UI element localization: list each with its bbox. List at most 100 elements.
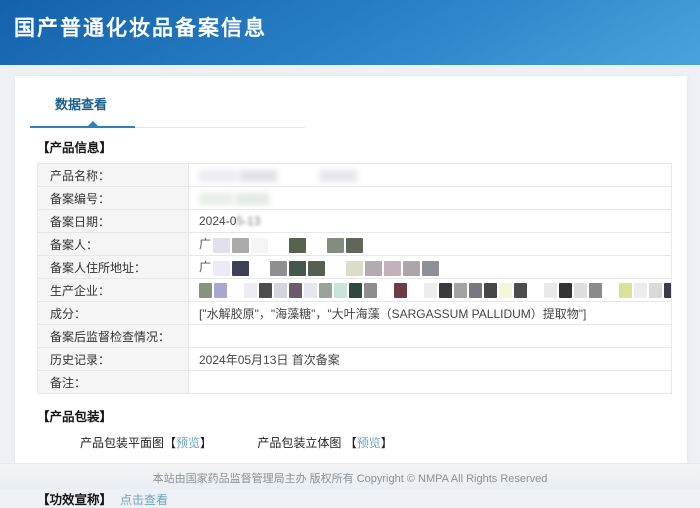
packaging-flat-preview-link[interactable]: 预览 <box>176 436 200 450</box>
redaction-block <box>289 238 306 253</box>
redaction-block <box>213 261 230 276</box>
packaging-3d-item: 产品包装立体图 【预览】 <box>257 436 392 450</box>
redaction-block <box>251 261 268 276</box>
tab-pointer-icon <box>88 121 98 126</box>
row-label: 备案人： <box>38 233 189 256</box>
redaction-block <box>649 283 662 298</box>
redaction-block <box>274 283 287 298</box>
table-row: 备案后监督检查情况： <box>38 325 672 348</box>
table-row: 备注： <box>38 371 672 394</box>
table-row: 成分： ["水解胶原"，"海藻糖"，"大叶海藻（SARGASSUM PALLIDU… <box>38 302 672 325</box>
value-prefix: 广 <box>199 237 211 251</box>
bracket-open: 【 <box>345 436 357 450</box>
efficacy-view-link[interactable]: 点击查看 <box>120 493 168 507</box>
redaction-block <box>289 283 302 298</box>
redaction-block <box>334 283 347 298</box>
redaction-block <box>270 238 287 253</box>
redaction-block <box>394 283 407 298</box>
redaction-block <box>574 283 587 298</box>
table-row: 备案日期：2024-05-13 <box>38 210 672 233</box>
row-value: 广 <box>189 233 672 256</box>
page-footer: 本站由国家药品监督管理局主办 版权所有 Copyright © NMPA All… <box>0 463 700 489</box>
redaction-block <box>346 238 363 253</box>
redaction-block <box>244 283 257 298</box>
row-label: 备案后监督检查情况： <box>38 325 189 348</box>
table-row: 历史记录： 2024年05月13日 首次备案 <box>38 348 672 371</box>
redaction-block <box>346 261 363 276</box>
redaction-block <box>589 283 602 298</box>
table-row: 备案人住所地址：广 <box>38 256 672 279</box>
redaction-block <box>308 238 325 253</box>
bracket-open: 【 <box>164 436 176 450</box>
bracket-close: 】 <box>381 436 393 450</box>
tab-underline-active <box>30 126 135 128</box>
packaging-flat-label: 产品包装平面图 <box>80 436 164 450</box>
redaction-block <box>664 283 672 298</box>
redaction-block <box>213 238 230 253</box>
redaction-block <box>379 283 392 298</box>
redaction-block <box>232 261 249 276</box>
row-value <box>189 279 672 302</box>
value-text: 2024-0 <box>199 214 236 228</box>
redaction-block <box>319 283 332 298</box>
value-text: ["水解胶原"，"海藻糖"，"大叶海藻（SARGASSUM PALLIDUM）提… <box>199 307 586 321</box>
redaction-block <box>634 283 647 298</box>
page-title: 国产普通化妆品备案信息 <box>0 0 700 42</box>
redaction-block <box>384 261 401 276</box>
packaging-line: 产品包装平面图【预览】 产品包装立体图 【预览】 <box>80 434 687 451</box>
redaction-block <box>424 283 437 298</box>
redaction-block <box>454 283 467 298</box>
row-label: 备注： <box>38 371 189 394</box>
efficacy-line: 【功效宣称】点击查看 <box>37 489 687 508</box>
table-row: 备案编号： <box>38 187 672 210</box>
content-card: 数据查看 【产品信息】 产品名称：备案编号：备案日期：2024-05-13备案人… <box>15 76 687 463</box>
value-prefix: 广 <box>199 260 211 274</box>
redaction-block <box>529 283 542 298</box>
redaction-block <box>403 261 420 276</box>
redaction-block <box>514 283 527 298</box>
redaction-block <box>327 261 344 276</box>
redaction-block <box>422 261 439 276</box>
row-label: 备案编号： <box>38 187 189 210</box>
section-packaging: 【产品包装】 <box>37 406 687 425</box>
packaging-3d-preview-link[interactable]: 预览 <box>357 436 381 450</box>
row-label: 历史记录： <box>38 348 189 371</box>
redaction-block <box>409 283 422 298</box>
tab-underline <box>30 123 320 129</box>
product-info-table: 产品名称：备案编号：备案日期：2024-05-13备案人：广备案人住所地址：广生… <box>37 163 672 394</box>
row-value <box>189 325 672 348</box>
value-text: 2024年05月13日 首次备案 <box>199 353 340 367</box>
row-value <box>189 371 672 394</box>
redaction-block <box>365 261 382 276</box>
redaction-block <box>439 283 452 298</box>
row-label: 产品名称： <box>38 164 189 187</box>
redaction-block <box>499 283 512 298</box>
redaction-block <box>327 238 344 253</box>
redaction-block <box>319 170 357 182</box>
table-row: 备案人： 广 <box>38 233 672 256</box>
redaction-block <box>270 261 287 276</box>
packaging-3d-label: 产品包装立体图 <box>257 436 344 450</box>
row-value: 广 <box>189 256 672 279</box>
table-row: 生产企业： <box>38 279 672 302</box>
redaction-block <box>279 170 317 182</box>
redaction-block <box>229 283 242 298</box>
redaction-block <box>259 283 272 298</box>
redaction-block <box>239 170 277 182</box>
row-value: ["水解胶原"，"海藻糖"，"大叶海藻（SARGASSUM PALLIDUM）提… <box>189 302 672 325</box>
row-label: 成分： <box>38 302 189 325</box>
row-label: 生产企业： <box>38 279 189 302</box>
copyright-text: 本站由国家药品监督管理局主办 版权所有 Copyright © NMPA All… <box>153 473 548 485</box>
redaction-block <box>214 283 227 298</box>
tab-data-view[interactable]: 数据查看 <box>55 94 107 113</box>
redaction-block <box>304 283 317 298</box>
row-value <box>189 164 672 187</box>
redaction-block <box>349 283 362 298</box>
redaction-block <box>308 261 325 276</box>
tab-underline-rest <box>135 127 305 128</box>
packaging-flat-item: 产品包装平面图【预览】 <box>80 436 215 450</box>
redaction-block <box>251 238 268 253</box>
redaction-block <box>289 261 306 276</box>
redaction-block <box>559 283 572 298</box>
redaction-block <box>199 193 233 205</box>
